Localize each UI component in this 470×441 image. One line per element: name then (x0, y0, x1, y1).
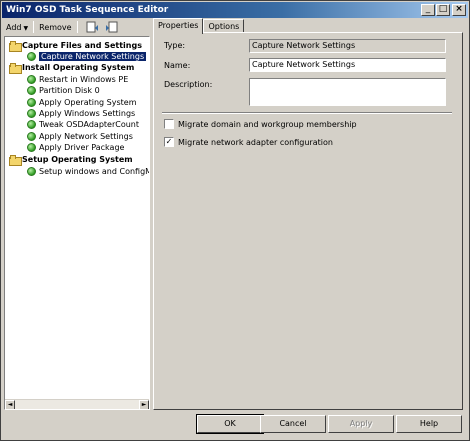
tree-item-setup-windows-configmgr[interactable]: Setup windows and ConfigMgr (27, 166, 150, 177)
horizontal-scrollbar[interactable]: ◄ ► (5, 399, 149, 409)
type-field: Capture Network Settings (249, 39, 446, 53)
tree-item-restart-pe[interactable]: Restart in Windows PE (27, 74, 128, 85)
window-title: Win7 OSD Task Sequence Editor (6, 5, 169, 15)
check-icon (27, 143, 36, 152)
move-down-icon[interactable] (105, 21, 118, 33)
folder-icon (9, 155, 22, 166)
properties-panel: Type: Capture Network Settings Name: Cap… (153, 32, 463, 410)
check-icon (27, 109, 36, 118)
tree-item-apply-driver-package[interactable]: Apply Driver Package (27, 142, 124, 153)
check-icon (27, 86, 36, 95)
description-field[interactable] (249, 78, 446, 106)
minimize-button[interactable]: _ (421, 4, 435, 16)
ok-button[interactable]: OK (196, 414, 264, 434)
migrate-adapter-checkbox[interactable]: ✓ (164, 137, 174, 147)
task-sequence-tree[interactable]: Capture Files and Settings Capture Netwo… (4, 36, 150, 410)
tree-item-partition-disk[interactable]: Partition Disk 0 (27, 85, 100, 96)
tree-item-capture-network-settings[interactable]: Capture Network Settings (27, 51, 147, 62)
migrate-domain-label: Migrate domain and workgroup membership (178, 120, 357, 129)
apply-button[interactable]: Apply (328, 415, 394, 433)
tree-item-label: Apply Network Settings (39, 132, 133, 141)
tree-item-apply-windows-settings[interactable]: Apply Windows Settings (27, 108, 135, 119)
maximize-button[interactable]: □ (436, 4, 450, 16)
close-button[interactable]: × (452, 4, 466, 16)
migrate-domain-checkbox[interactable] (164, 119, 174, 129)
tab-options[interactable]: Options (203, 19, 245, 33)
check-icon (27, 120, 36, 129)
check-icon (27, 132, 36, 141)
title-bar[interactable]: Win7 OSD Task Sequence Editor _ □ × (2, 2, 468, 18)
tree-item-label: Setup Operating System (22, 155, 133, 164)
check-mark-icon: ✓ (165, 137, 173, 146)
toolbar-separator (76, 21, 78, 33)
tree-group-capture-files[interactable]: Capture Files and Settings (9, 40, 142, 52)
chevron-down-icon: ▼ (23, 24, 29, 32)
tree-item-label: Partition Disk 0 (39, 86, 100, 95)
tree-group-install-os[interactable]: Install Operating System (9, 62, 135, 74)
scroll-right-icon[interactable]: ► (139, 400, 149, 409)
add-label: Add (6, 22, 22, 32)
name-label: Name: (164, 61, 191, 70)
check-icon (27, 52, 36, 61)
tree-item-label: Capture Files and Settings (22, 41, 142, 50)
add-button[interactable]: Add ▼ (3, 23, 31, 32)
tab-strip: Properties Options (153, 18, 245, 34)
editor-window: Win7 OSD Task Sequence Editor _ □ × Add ▼… (0, 0, 470, 441)
tree-item-label: Apply Driver Package (39, 143, 125, 152)
tree-item-label: Install Operating System (22, 63, 135, 72)
migrate-adapter-label: Migrate network adapter configuration (178, 138, 333, 147)
tree-item-apply-network-settings[interactable]: Apply Network Settings (27, 131, 133, 142)
move-up-icon[interactable] (86, 21, 99, 33)
tree-item-apply-os[interactable]: Apply Operating System (27, 97, 137, 108)
tab-properties[interactable]: Properties (153, 18, 204, 34)
tree-item-label: Tweak OSDAdapterCount (39, 120, 139, 129)
tree-toolbar: Add ▼ Remove (3, 19, 149, 35)
divider (162, 112, 452, 114)
type-label: Type: (164, 41, 186, 50)
tree-item-label: Restart in Windows PE (39, 75, 129, 84)
folder-icon (9, 63, 22, 74)
tree-item-label: Apply Windows Settings (39, 109, 136, 118)
description-label: Description: (164, 80, 213, 89)
tree-item-tweak-adapter-count[interactable]: Tweak OSDAdapterCount (27, 119, 139, 130)
check-icon (27, 98, 36, 107)
tree-item-label: Capture Network Settings (39, 52, 147, 61)
tree-item-label: Setup windows and ConfigMgr (39, 167, 150, 176)
cancel-button[interactable]: Cancel (260, 415, 326, 433)
check-icon (27, 167, 36, 176)
remove-button[interactable]: Remove (36, 23, 74, 32)
toolbar-separator (33, 21, 35, 33)
folder-icon (9, 41, 22, 52)
tree-group-setup-os[interactable]: Setup Operating System (9, 154, 133, 166)
tree-item-label: Apply Operating System (39, 98, 137, 107)
help-button[interactable]: Help (396, 415, 462, 433)
check-icon (27, 75, 36, 84)
name-field[interactable]: Capture Network Settings (249, 58, 446, 72)
scroll-left-icon[interactable]: ◄ (5, 400, 15, 409)
